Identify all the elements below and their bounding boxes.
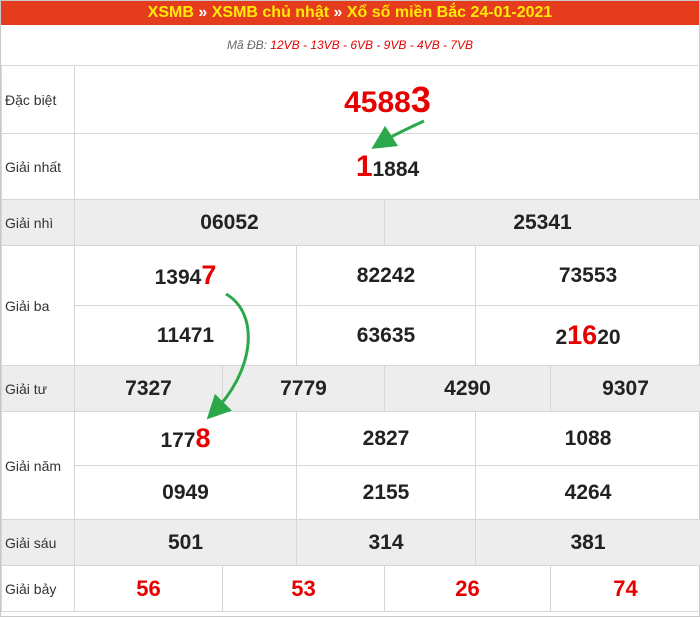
prize-label: Giải nhì [2,200,75,246]
row-first-prize: Giải nhất 11884 [2,134,700,200]
fifth-prize-number: 2155 [297,466,476,520]
seventh-prize-number: 26 [385,566,551,612]
row-special-prize: Đặc biệt 45883 [2,66,700,134]
fifth-prize-number: 4264 [476,466,700,520]
third-prize-number: 11471 [75,306,297,366]
special-prize-number: 45883 [75,66,700,134]
prize-label: Giải ba [2,246,75,366]
third-prize-number: 63635 [297,306,476,366]
special-prize-digits: 4588 [344,86,411,119]
special-prize-last-digit: 3 [411,79,431,120]
row-fifth-prize: Giải năm 1778 2827 1088 [2,412,700,466]
results-table: Đặc biệt 45883 Giải nhất 11884 Giải nhì … [1,65,700,612]
prize-label: Giải năm [2,412,75,520]
fourth-prize-number: 4290 [385,366,551,412]
row-seventh-prize: Giải bảy 56 53 26 74 [2,566,700,612]
fifth-prize-digits: 177 [160,429,195,452]
third-prize-number: 82242 [297,246,476,306]
row-fifth-prize: 0949 2155 4264 [2,466,700,520]
breadcrumb: XSMB » XSMB chủ nhật » Xổ số miền Bắc 24… [1,1,699,25]
sixth-prize-number: 501 [75,520,297,566]
prize-label: Đặc biệt [2,66,75,134]
seventh-prize-number: 53 [223,566,385,612]
second-prize-number: 25341 [385,200,700,246]
special-code-line: Mã ĐB: 12VB - 13VB - 6VB - 9VB - 4VB - 7… [1,25,699,65]
fourth-prize-number: 9307 [551,366,700,412]
third-prize-number: 21620 [476,306,700,366]
third-prize-highlight-digits: 16 [567,320,597,350]
third-prize-digits: 2 [555,326,567,349]
prize-label: Giải nhất [2,134,75,200]
fifth-prize-number: 1778 [75,412,297,466]
page-title[interactable]: Xổ số miền Bắc 24-01-2021 [347,4,552,21]
breadcrumb-separator: » [334,4,343,21]
second-prize-number: 06052 [75,200,385,246]
special-code-label: Mã ĐB: [227,38,267,52]
prize-label: Giải bảy [2,566,75,612]
fifth-prize-highlight-digit: 8 [196,423,211,453]
sixth-prize-number: 381 [476,520,700,566]
prize-label: Giải tư [2,366,75,412]
row-sixth-prize: Giải sáu 501 314 381 [2,520,700,566]
first-prize-highlight-digit: 1 [356,150,373,183]
breadcrumb-link-xsmb[interactable]: XSMB [148,4,194,21]
fifth-prize-number: 1088 [476,412,700,466]
third-prize-digits: 20 [597,326,620,349]
special-code-values: 12VB - 13VB - 6VB - 9VB - 4VB - 7VB [270,38,473,52]
seventh-prize-number: 56 [75,566,223,612]
fifth-prize-number: 0949 [75,466,297,520]
fifth-prize-number: 2827 [297,412,476,466]
results-panel: XSMB » XSMB chủ nhật » Xổ số miền Bắc 24… [0,0,700,617]
sixth-prize-number: 314 [297,520,476,566]
prize-label: Giải sáu [2,520,75,566]
fourth-prize-number: 7779 [223,366,385,412]
third-prize-highlight-digit: 7 [201,260,216,290]
row-third-prize: Giải ba 13947 82242 73553 [2,246,700,306]
third-prize-digits: 1394 [155,266,202,289]
seventh-prize-number: 74 [551,566,700,612]
third-prize-number: 73553 [476,246,700,306]
breadcrumb-separator: » [198,4,207,21]
row-second-prize: Giải nhì 06052 25341 [2,200,700,246]
row-third-prize: 11471 63635 21620 [2,306,700,366]
breadcrumb-link-xsmb-sunday[interactable]: XSMB chủ nhật [212,4,329,21]
third-prize-number: 13947 [75,246,297,306]
fourth-prize-number: 7327 [75,366,223,412]
first-prize-digits: 1884 [373,158,420,181]
first-prize-number: 11884 [75,134,700,200]
row-fourth-prize: Giải tư 7327 7779 4290 9307 [2,366,700,412]
